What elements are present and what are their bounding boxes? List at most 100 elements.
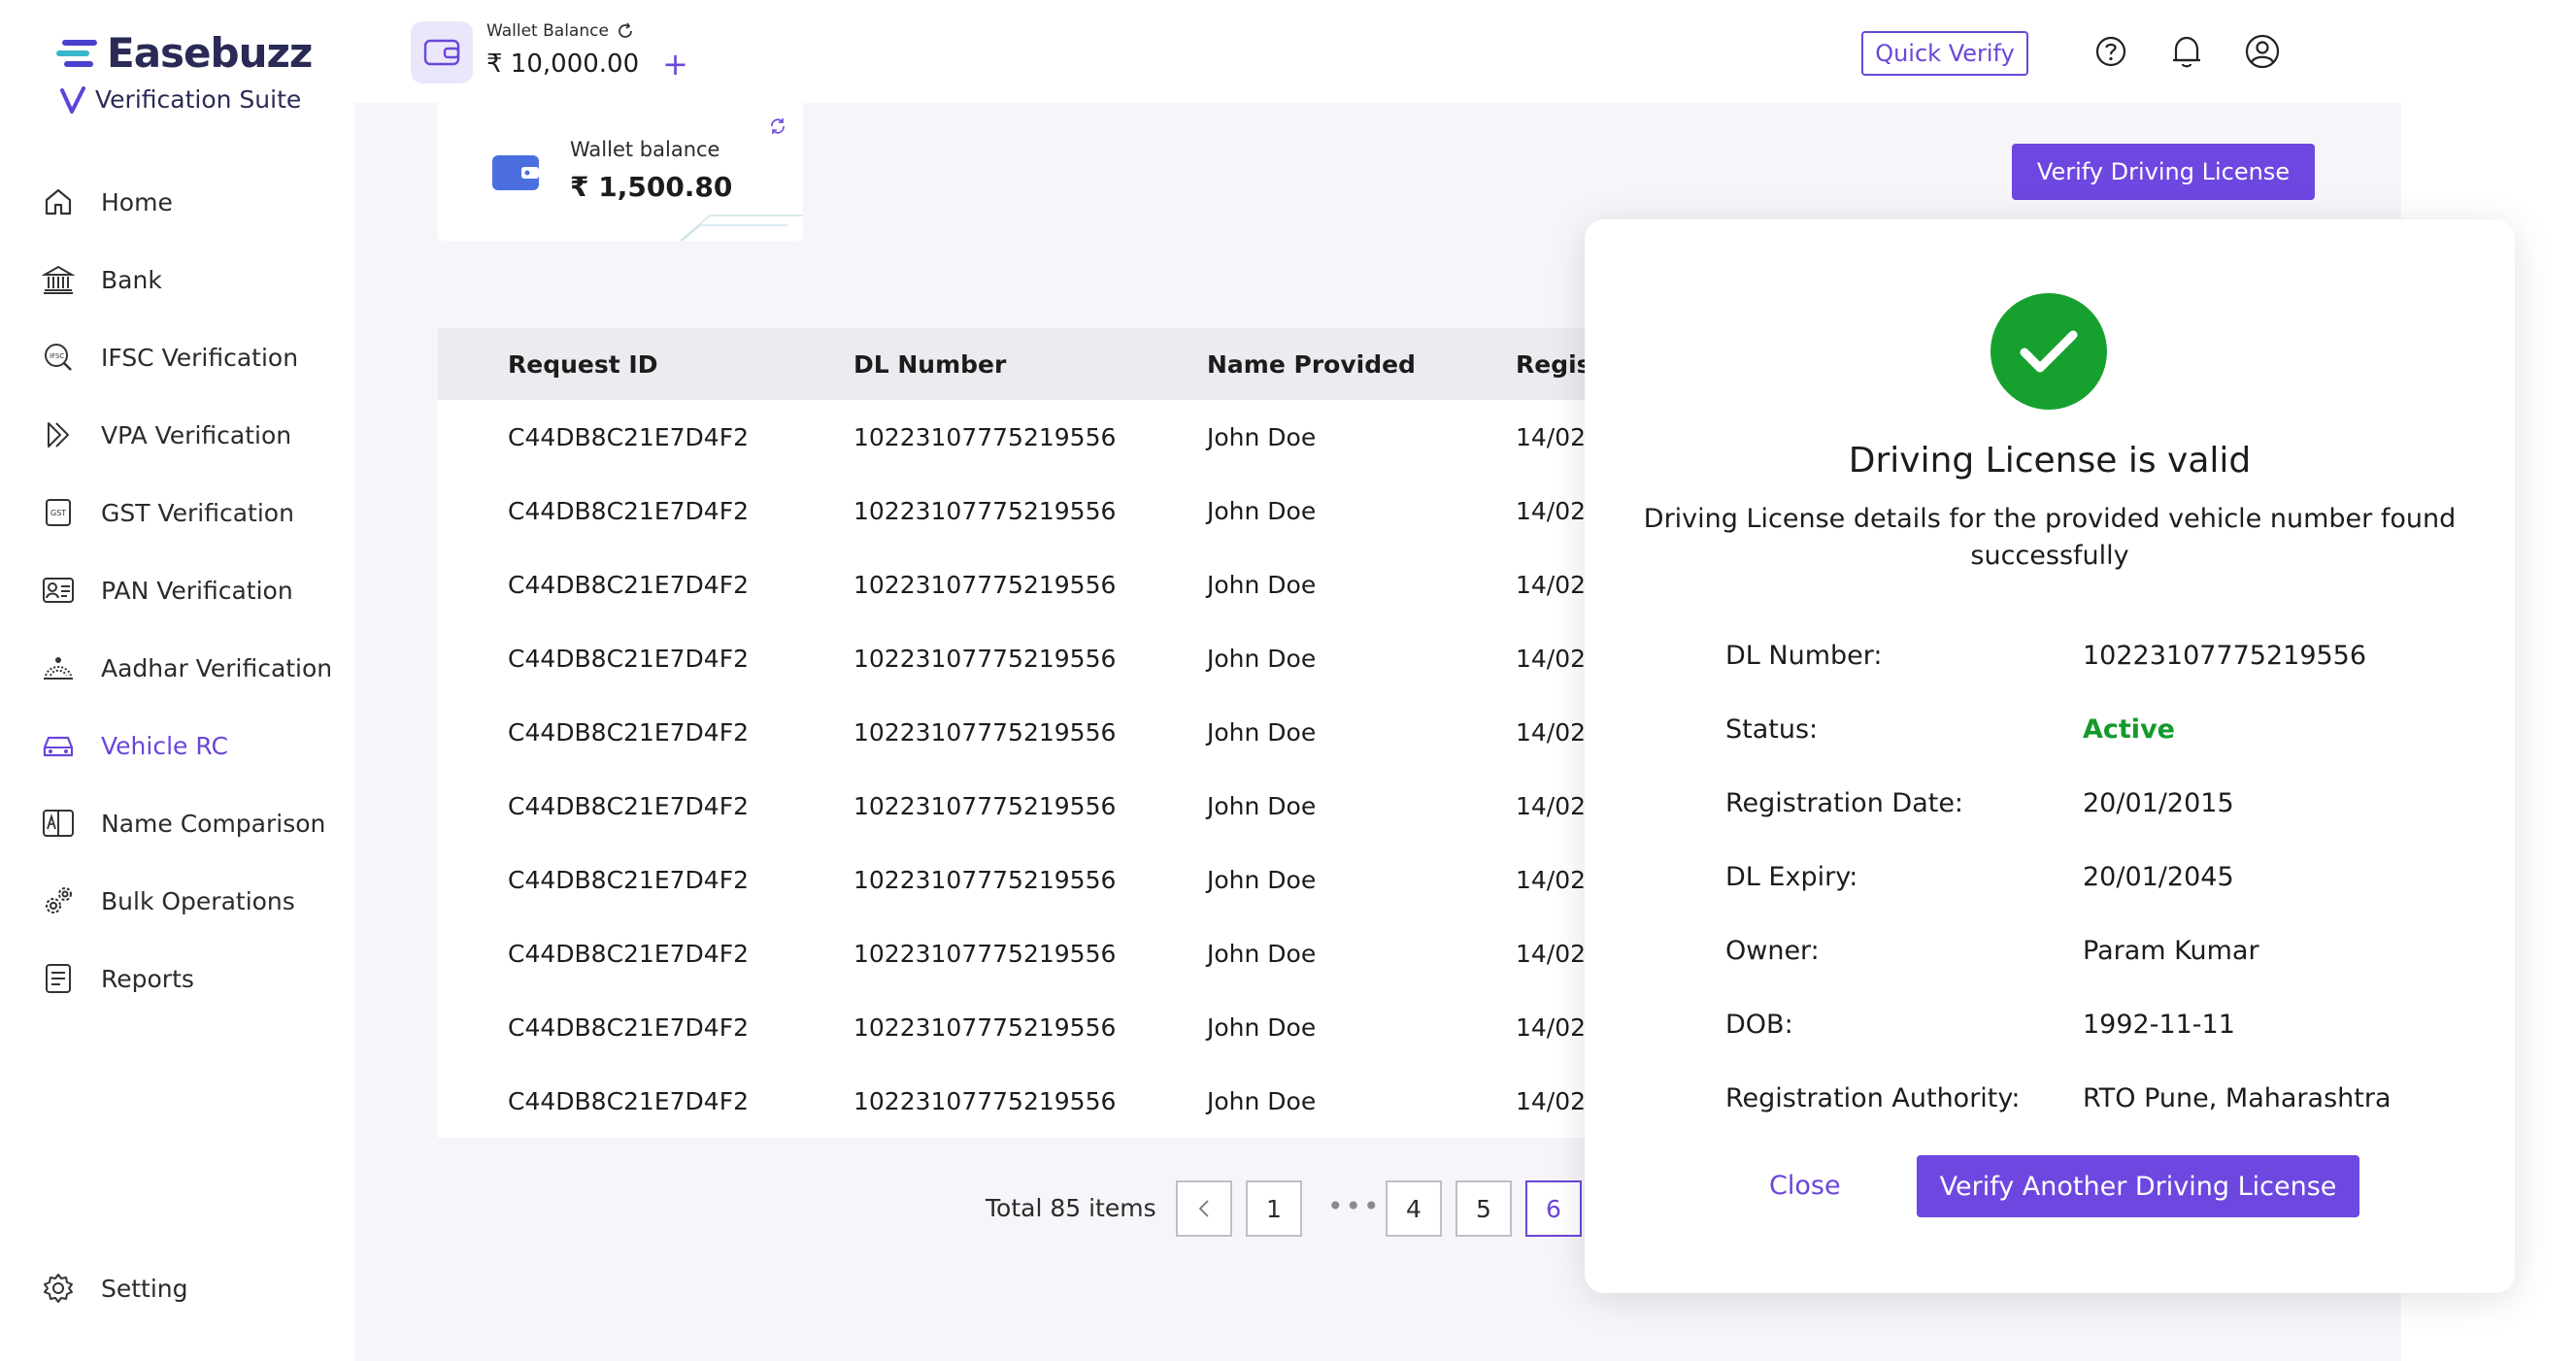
topbar: Wallet Balance ₹ 10,000.00 + Quick Verif…	[354, 0, 2576, 103]
table-cell: C44DB8C21E7D4F2	[508, 422, 749, 451]
table-cell: 14/02/	[1516, 644, 1594, 673]
table-cell: 10223107775219556	[853, 1086, 1117, 1115]
gears-icon	[41, 883, 76, 918]
sidebar-item-home[interactable]: Home	[41, 163, 351, 241]
sidebar-item-label: Vehicle RC	[101, 731, 228, 760]
sidebar-item-aadhar[interactable]: Aadhar Verification	[41, 629, 351, 707]
table-cell: John Doe	[1207, 644, 1317, 673]
table-cell: 14/02/	[1516, 939, 1594, 968]
name-compare-icon	[41, 806, 76, 841]
verify-another-button[interactable]: Verify Another Driving License	[1917, 1155, 2359, 1217]
chevron-left-icon	[1198, 1200, 1209, 1217]
sidebar-item-vpa[interactable]: VPA Verification	[41, 396, 351, 474]
sidebar-item-bulk-operations[interactable]: Bulk Operations	[41, 862, 351, 940]
column-header[interactable]: Request ID	[508, 350, 657, 379]
sidebar-item-gst[interactable]: GST GST Verification	[41, 474, 351, 551]
table-cell: John Doe	[1207, 496, 1317, 525]
svg-text:GST: GST	[50, 509, 66, 517]
sidebar-item-label: Bulk Operations	[101, 886, 295, 915]
table-cell: John Doe	[1207, 717, 1317, 747]
table-cell: John Doe	[1207, 791, 1317, 820]
table-cell: 10223107775219556	[853, 1012, 1117, 1042]
svg-text:IFSC: IFSC	[50, 352, 64, 360]
column-header[interactable]: DL Number	[853, 350, 1006, 379]
add-funds-button[interactable]: +	[662, 49, 688, 80]
table-cell: 14/02/	[1516, 791, 1594, 820]
table-cell: C44DB8C21E7D4F2	[508, 1086, 749, 1115]
brand-logo[interactable]: Easebuzz	[56, 29, 313, 77]
sidebar-item-setting[interactable]: Setting	[41, 1249, 188, 1327]
close-button[interactable]: Close	[1769, 1171, 1841, 1201]
detail-row: Status: Active	[1725, 714, 2405, 753]
gst-icon: GST	[41, 495, 76, 530]
table-cell: John Doe	[1207, 1012, 1317, 1042]
table-cell: 14/02/	[1516, 570, 1594, 599]
column-header[interactable]: Name Provided	[1207, 350, 1416, 379]
aadhar-icon	[41, 650, 76, 685]
notification-bell-icon[interactable]	[2166, 31, 2207, 72]
table-cell: 10223107775219556	[853, 791, 1117, 820]
setting-label: Setting	[101, 1274, 188, 1303]
quick-verify-button[interactable]: Quick Verify	[1861, 31, 2028, 76]
table-cell: C44DB8C21E7D4F2	[508, 865, 749, 894]
page-button-current[interactable]: 6	[1525, 1180, 1582, 1237]
detail-value: Param Kumar	[2083, 936, 2259, 966]
detail-value: 20/01/2015	[2083, 788, 2234, 818]
table-cell: 14/02/	[1516, 1012, 1594, 1042]
detail-key: Status:	[1725, 714, 1819, 745]
detail-key: Registration Authority:	[1725, 1083, 2021, 1113]
detail-row: Owner: Param Kumar	[1725, 936, 2405, 975]
page-button[interactable]: 5	[1455, 1180, 1512, 1237]
sidebar-item-ifsc[interactable]: IFSC IFSC Verification	[41, 318, 351, 396]
ifsc-icon: IFSC	[41, 340, 76, 375]
table-cell: C44DB8C21E7D4F2	[508, 791, 749, 820]
table-cell: John Doe	[1207, 865, 1317, 894]
sidebar-item-vehicle-rc[interactable]: Vehicle RC	[41, 707, 351, 784]
sidebar-item-label: Home	[101, 187, 173, 216]
user-profile-icon[interactable]	[2242, 31, 2283, 72]
table-cell: C44DB8C21E7D4F2	[508, 1012, 749, 1042]
sidebar-item-bank[interactable]: Bank	[41, 241, 351, 318]
table-cell: 14/02/	[1516, 717, 1594, 747]
modal-subtitle: Driving License details for the provided…	[1643, 504, 2457, 571]
wallet-balance-amount: ₹ 10,000.00 +	[486, 46, 688, 83]
report-icon	[41, 961, 76, 996]
easebuzz-logo-icon	[56, 34, 101, 73]
detail-value: 10223107775219556	[2083, 641, 2367, 671]
refresh-icon[interactable]	[768, 116, 787, 140]
page-button[interactable]: 1	[1246, 1180, 1302, 1237]
detail-value: 20/01/2045	[2083, 862, 2234, 892]
sidebar-item-label: Bank	[101, 265, 162, 294]
table-cell: 10223107775219556	[853, 496, 1117, 525]
sidebar-item-pan[interactable]: PAN Verification	[41, 551, 351, 629]
table-cell: John Doe	[1207, 1086, 1317, 1115]
page-button[interactable]: 4	[1386, 1180, 1442, 1237]
verify-driving-license-button[interactable]: Verify Driving License	[2012, 144, 2315, 200]
vpa-icon	[41, 417, 76, 452]
wallet-icon	[492, 151, 539, 194]
table-cell: John Doe	[1207, 570, 1317, 599]
detail-row: Registration Date: 20/01/2015	[1725, 788, 2405, 827]
refresh-icon[interactable]	[617, 22, 634, 40]
sidebar: Easebuzz Verification Suite Home Bank IF…	[0, 0, 354, 1361]
table-cell: 10223107775219556	[853, 570, 1117, 599]
pagination-ellipsis: •••	[1327, 1190, 1382, 1222]
bank-icon	[41, 262, 76, 297]
sidebar-item-reports[interactable]: Reports	[41, 940, 351, 1017]
detail-value: RTO Pune, Maharashtra	[2083, 1083, 2392, 1113]
suite-text: Verification Suite	[95, 85, 302, 114]
wallet-card-amount: ₹ 1,500.80	[570, 171, 733, 203]
prev-page-button[interactable]	[1176, 1180, 1232, 1237]
sidebar-nav: Home Bank IFSC IFSC Verification VPA Ver…	[41, 163, 351, 1017]
table-cell: 10223107775219556	[853, 644, 1117, 673]
sidebar-item-name-comparison[interactable]: Name Comparison	[41, 784, 351, 862]
wallet-icon	[411, 21, 473, 83]
table-cell: 10223107775219556	[853, 717, 1117, 747]
verified-check-icon	[60, 85, 85, 114]
detail-value: 1992-11-11	[2083, 1010, 2235, 1040]
detail-row: DOB: 1992-11-11	[1725, 1010, 2405, 1048]
brand-name: Easebuzz	[107, 29, 313, 77]
detail-row: DL Number: 10223107775219556	[1725, 641, 2405, 680]
help-icon[interactable]	[2091, 31, 2131, 72]
table-cell: C44DB8C21E7D4F2	[508, 644, 749, 673]
